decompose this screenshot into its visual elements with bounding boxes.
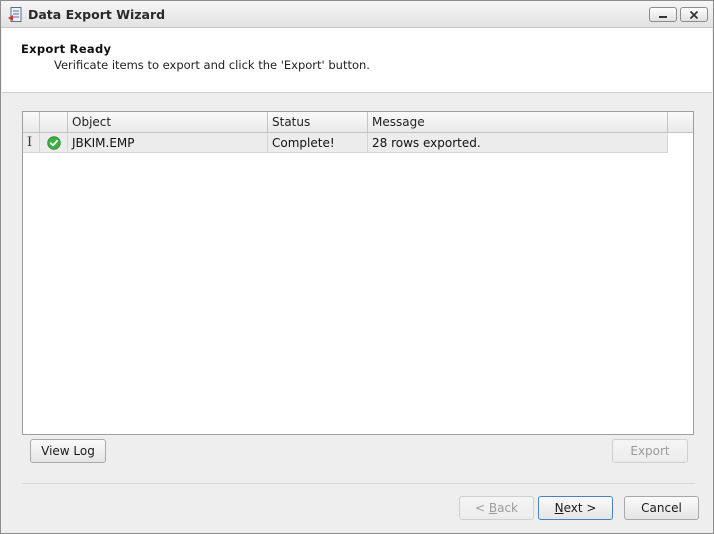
minimize-icon [659, 16, 667, 18]
db-export-icon [8, 7, 22, 23]
row-cursor-indicator: I [23, 133, 40, 153]
row-object: JBKIM.EMP [68, 133, 268, 153]
minimize-button[interactable] [649, 7, 677, 22]
row-status: Complete! [268, 133, 368, 153]
row-status-icon-cell [40, 133, 68, 153]
column-header-filler [668, 112, 693, 133]
next-button[interactable]: Next > [538, 496, 613, 520]
next-accelerator: N [554, 501, 564, 515]
back-button[interactable]: < Back [459, 496, 534, 520]
wizard-header: Export Ready Verificate items to export … [2, 28, 712, 93]
title-bar[interactable]: Data Export Wizard [1, 1, 713, 28]
view-log-button[interactable]: View Log [30, 439, 106, 463]
column-header-status[interactable]: Status [268, 112, 368, 133]
column-header-message[interactable]: Message [368, 112, 668, 133]
check-circle-icon [47, 136, 61, 150]
row-message: 28 rows exported. [368, 133, 668, 153]
back-prefix: < [474, 501, 489, 515]
footer-divider [21, 483, 695, 484]
table-row[interactable]: I JBKIM.EMP Complete! 28 rows exported. [23, 133, 668, 153]
grid-header: Object Status Message [23, 112, 693, 133]
close-icon [689, 10, 699, 20]
export-grid[interactable]: Object Status Message I JBKIM.EMP Comple… [22, 111, 694, 435]
wizard-window: Data Export Wizard Export Ready Verifica… [0, 0, 714, 534]
back-accelerator: B [488, 501, 498, 515]
cancel-button[interactable]: Cancel [624, 496, 699, 520]
back-label: ack [497, 501, 518, 515]
page-title: Export Ready [21, 42, 112, 56]
column-header-indicator[interactable] [23, 112, 40, 133]
next-label: ext > [563, 501, 597, 515]
page-description: Verificate items to export and click the… [54, 58, 370, 72]
export-button[interactable]: Export [612, 439, 688, 463]
column-header-icon[interactable] [40, 112, 68, 133]
close-button[interactable] [680, 7, 708, 22]
column-header-object[interactable]: Object [68, 112, 268, 133]
window-title: Data Export Wizard [28, 7, 166, 22]
